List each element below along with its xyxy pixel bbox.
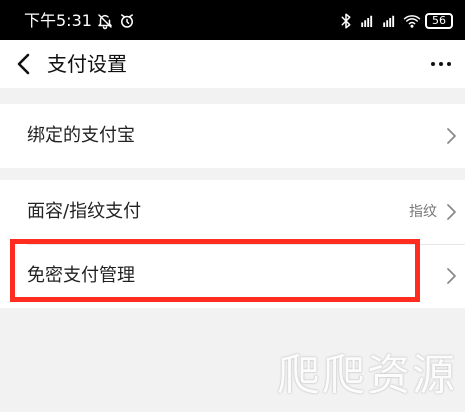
face-fingerprint-pay-value: 指纹 bbox=[409, 204, 437, 220]
password-free-payment-label: 免密支付管理 bbox=[27, 265, 135, 286]
bluetooth-icon bbox=[337, 12, 355, 30]
status-bar: 下午5:31 56 bbox=[0, 0, 465, 40]
status-time: 下午5:31 bbox=[24, 11, 92, 30]
status-right: 56 bbox=[337, 10, 453, 32]
bound-alipay-label: 绑定的支付宝 bbox=[27, 125, 135, 146]
chevron-right-icon bbox=[445, 127, 457, 145]
chevron-left-icon bbox=[10, 48, 40, 80]
more-horizontal-icon bbox=[447, 62, 451, 66]
settings-group-1: 绑定的支付宝 bbox=[0, 104, 465, 168]
battery-level: 56 bbox=[425, 13, 453, 29]
settings-group-2: 面容/指纹支付 指纹 免密支付管理 bbox=[0, 180, 465, 308]
status-left: 下午5:31 bbox=[24, 10, 136, 32]
bound-alipay-row[interactable]: 绑定的支付宝 bbox=[0, 104, 465, 168]
signal-hd-icon bbox=[381, 12, 399, 30]
more-horizontal-icon bbox=[439, 62, 443, 66]
watermark-text: 爬爬资源 bbox=[277, 351, 457, 401]
face-fingerprint-pay-row[interactable]: 面容/指纹支付 指纹 bbox=[0, 180, 465, 244]
more-options-button[interactable] bbox=[427, 50, 455, 78]
top-app-bar: 支付设置 bbox=[0, 40, 465, 88]
alarm-clock-icon bbox=[118, 12, 136, 30]
chevron-right-icon bbox=[445, 203, 457, 221]
mute-bell-icon bbox=[96, 12, 114, 30]
chevron-right-icon bbox=[445, 267, 457, 285]
wifi-icon bbox=[403, 12, 421, 30]
signal-hd-icon bbox=[359, 12, 377, 30]
page-title: 支付设置 bbox=[47, 52, 127, 76]
more-horizontal-icon bbox=[431, 62, 435, 66]
back-button[interactable] bbox=[10, 48, 40, 80]
password-free-payment-row[interactable]: 免密支付管理 bbox=[0, 244, 465, 308]
face-fingerprint-pay-label: 面容/指纹支付 bbox=[27, 201, 142, 222]
